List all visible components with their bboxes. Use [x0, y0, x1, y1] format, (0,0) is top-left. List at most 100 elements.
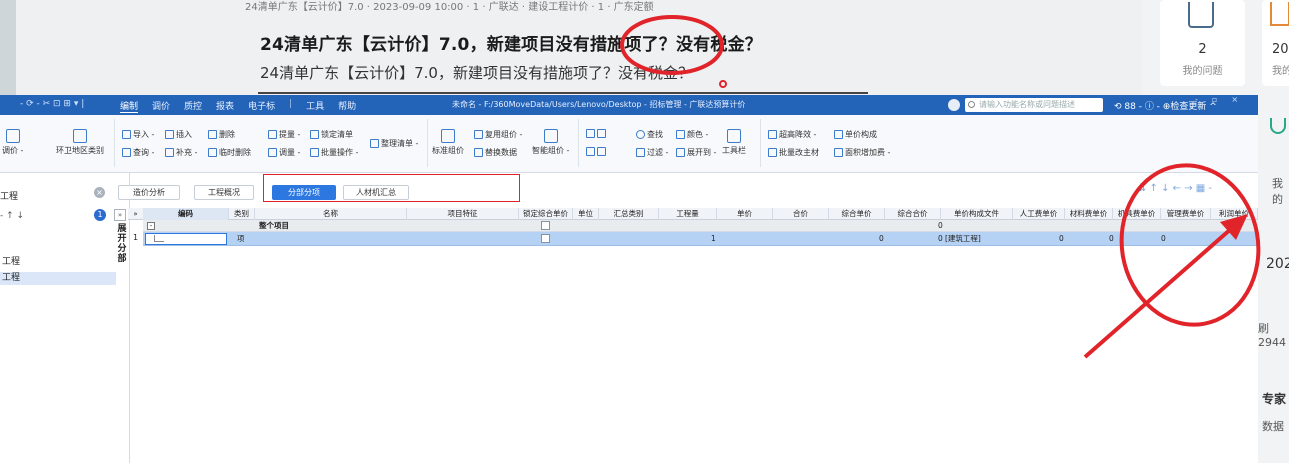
expand-icon [676, 148, 685, 157]
col-machine-price[interactable]: 机具费单价 [1113, 208, 1161, 220]
unit-composition-button[interactable]: 单价构成 [834, 129, 877, 140]
side-fragment-5: 数据 [1262, 420, 1284, 433]
my-stat-label: 我的 [1272, 66, 1289, 77]
std-price-button[interactable]: 标准组价 [432, 129, 464, 156]
amount-button[interactable]: 提量 - [268, 129, 300, 140]
function-search-input[interactable]: 请输入功能名称或问题描述 [965, 98, 1103, 112]
col-features[interactable]: 项目特征 [407, 208, 519, 220]
filter-button[interactable]: 过滤 - [636, 147, 668, 158]
tree-item[interactable]: 工程 [0, 256, 116, 269]
quick-access-toolbar[interactable]: - ⟳ - ✂ ⊡ ⊞ ▾ | [20, 99, 84, 109]
menu-quality[interactable]: 质控 [184, 99, 202, 113]
expand-to-label: 展开到 - [687, 148, 717, 157]
menu-report[interactable]: 报表 [216, 99, 234, 113]
col-management-price[interactable]: 管理费单价 [1161, 208, 1211, 220]
menu-edit[interactable]: 编制 [120, 99, 139, 113]
menu-e-tender[interactable]: 电子标 [248, 99, 275, 113]
batch-main-material-button[interactable]: 批量改主材 [768, 147, 819, 158]
close-icon[interactable]: × [94, 187, 105, 198]
col-price-file[interactable]: 单价构成文件 [941, 208, 1013, 220]
toolbar-icon [727, 129, 741, 143]
code-edit-cell[interactable] [145, 233, 227, 245]
row-comp-unit-price: 0 [879, 234, 884, 243]
grid-nav-tools[interactable]: ⇊ ↑ ↓ ← → ▦ - [1138, 183, 1212, 194]
ribbon-separator [114, 119, 115, 167]
layout-a-button[interactable] [586, 129, 606, 138]
col-unit[interactable]: 单位 [573, 208, 599, 220]
col-name[interactable]: 名称 [255, 208, 407, 220]
table-row-whole-project[interactable]: - 整个项目 0 [143, 220, 1258, 232]
col-profit-price[interactable]: 利润单价 [1211, 208, 1258, 220]
col-category[interactable]: 类别 [229, 208, 255, 220]
tree-move-tools[interactable]: - ↑ ↓ [0, 211, 24, 221]
close-button[interactable]: × [1231, 95, 1238, 104]
layout-b-button[interactable] [586, 147, 606, 156]
col-unit-price[interactable]: 单价 [717, 208, 773, 220]
menu-tools[interactable]: 工具 [306, 99, 324, 113]
col-comp-total[interactable]: 综合合价 [885, 208, 941, 220]
smart-price-icon [543, 129, 558, 143]
reuse-price-button[interactable]: 复用组价 - [474, 129, 522, 140]
row-header-corner: » [128, 208, 143, 220]
adjust-price-button[interactable]: 调价 - [2, 129, 23, 156]
col-lock-unit-price[interactable]: 锁定综合单价 [519, 208, 573, 220]
color-button[interactable]: 颜色 - [676, 129, 708, 140]
toolbar-button[interactable]: 工具栏 [722, 129, 746, 156]
col-quantity[interactable]: 工程量 [659, 208, 717, 220]
minimize-button[interactable]: - [1195, 95, 1198, 104]
lock-price-checkbox[interactable] [541, 221, 550, 230]
replace-data-button[interactable]: 替换数据 [474, 147, 517, 158]
info-badge-icon[interactable]: 1 [94, 209, 106, 221]
lock-list-button[interactable]: 锁定清单 [310, 129, 353, 140]
col-comp-unit-price[interactable]: 综合单价 [829, 208, 885, 220]
col-labor-price[interactable]: 人工费单价 [1013, 208, 1065, 220]
organize-list-label: 整理清单 - [381, 139, 419, 148]
area-add-fee-button[interactable]: 面积增加费 - [834, 147, 890, 158]
unit-composition-label: 单价构成 [845, 130, 877, 139]
tab-cost-analysis[interactable]: 造价分析 [118, 185, 180, 200]
supplement-button[interactable]: 补充 - [165, 147, 197, 158]
menu-help[interactable]: 帮助 [338, 99, 356, 113]
query-label: 查询 - [133, 148, 155, 157]
my-stat-card[interactable]: 20 我的 [1262, 0, 1289, 86]
adjust-amount-button[interactable]: 调量 - [268, 147, 300, 158]
layout-icon [597, 129, 606, 138]
maximize-button[interactable]: ▫ [1212, 95, 1217, 104]
tree-item-selected[interactable]: 工程 [0, 272, 116, 285]
elevation-reduce-button[interactable]: 超高降效 - [768, 129, 816, 140]
ribbon-separator [578, 119, 579, 167]
ribbon-separator [760, 119, 761, 167]
lock-price-checkbox[interactable] [541, 234, 550, 243]
col-code[interactable]: 编码 [143, 208, 229, 220]
article-subtitle: 24清单广东【云计价】7.0，新建项目没有措施项了？没有税金？ [260, 64, 693, 82]
smart-price-button[interactable]: 智能组价 - [532, 129, 569, 156]
temp-delete-button[interactable]: 临时删除 [208, 147, 251, 158]
search-icon [968, 101, 975, 108]
toolbar-label: 工具栏 [722, 146, 746, 155]
col-material-price[interactable]: 材料费单价 [1065, 208, 1113, 220]
collapse-panel-button[interactable]: » [114, 209, 126, 221]
table-row-selected[interactable]: 项 1 0 0 [建筑工程] 0 0 0 [143, 232, 1258, 246]
sanitation-region-button[interactable]: 环卫地区类别 [56, 129, 104, 156]
menu-adjust-price[interactable]: 调价 [152, 99, 170, 113]
query-button[interactable]: 查询 - [122, 147, 154, 158]
import-button[interactable]: 导入 - [122, 129, 154, 140]
user-avatar[interactable] [948, 99, 960, 111]
delete-button[interactable]: 删除 [208, 129, 235, 140]
col-summary-type[interactable]: 汇总类别 [599, 208, 659, 220]
expand-to-button[interactable]: 展开到 - [676, 147, 716, 158]
article-title[interactable]: 24清单广东【云计价】7.0，新建项目没有措施项了？没有税金？ [260, 30, 762, 55]
my-questions-label: 我的问题 [1182, 66, 1223, 77]
my-questions-card[interactable]: 2 我的问题 [1160, 0, 1245, 86]
col-total[interactable]: 合价 [773, 208, 829, 220]
expand-division-vertical-tab[interactable]: 展开分部 [116, 224, 128, 264]
find-button[interactable]: 查找 [636, 129, 663, 140]
window-title: 未命名 - F:/360MoveData/Users/Lenovo/Deskto… [452, 100, 746, 109]
collapse-toggle-icon[interactable]: - [147, 222, 155, 230]
organize-list-button[interactable]: 整理清单 - [370, 138, 418, 149]
insert-button[interactable]: 插入 [165, 129, 192, 140]
tab-project-overview[interactable]: 工程概况 [194, 185, 254, 200]
lock-list-label: 锁定清单 [321, 130, 353, 139]
batch-op-button[interactable]: 批量操作 - [310, 147, 358, 158]
grid-header: 编码 类别 名称 项目特征 锁定综合单价 单位 汇总类别 工程量 单价 合价 综… [143, 208, 1258, 220]
